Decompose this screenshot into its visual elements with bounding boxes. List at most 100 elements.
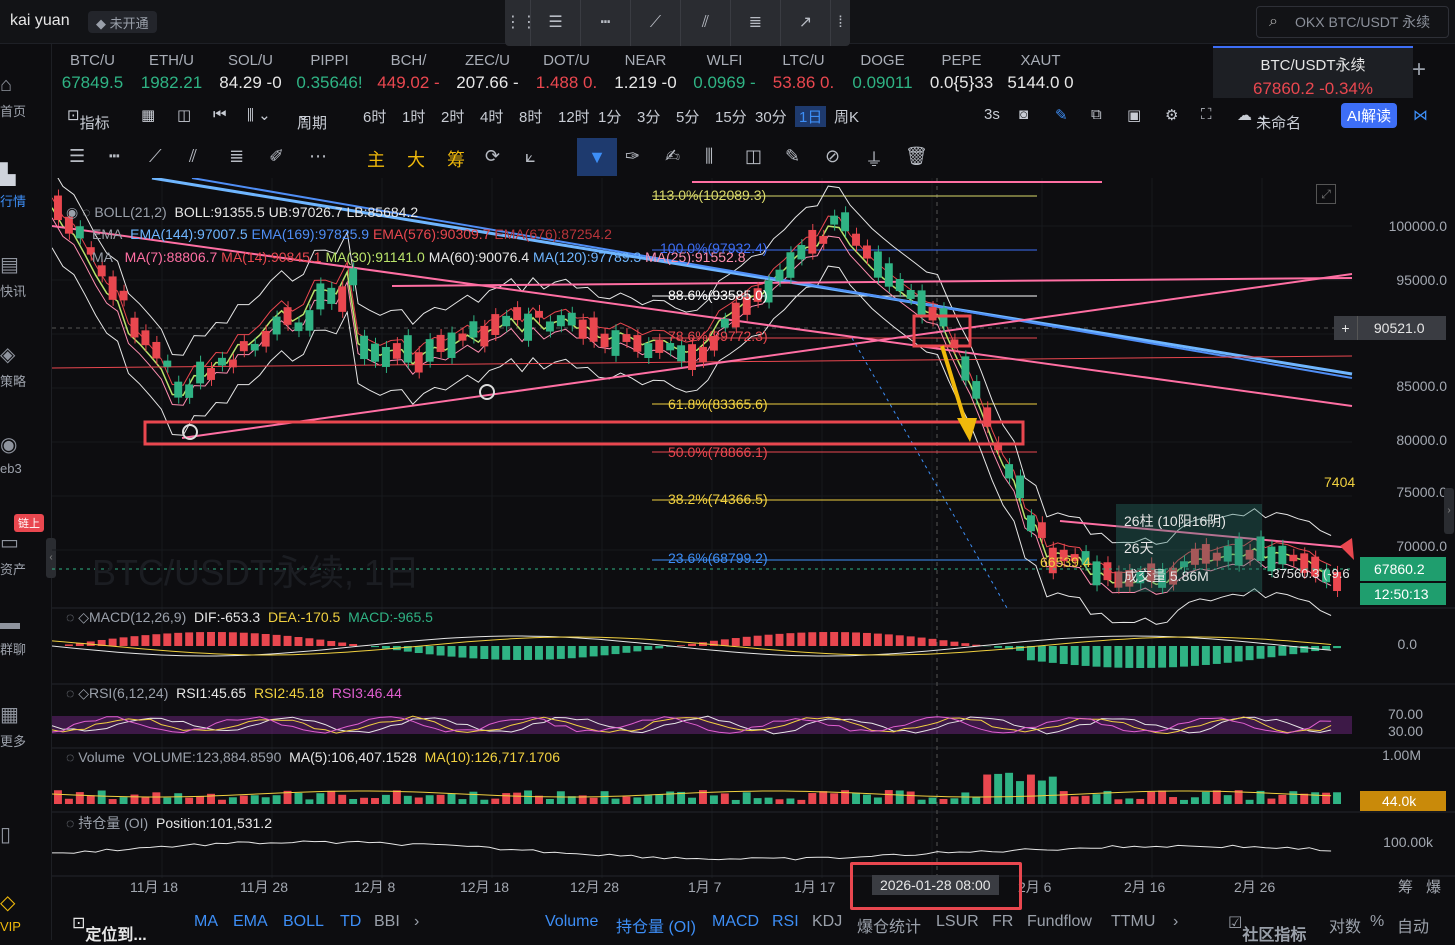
interval-8[interactable]: 5分 (676, 106, 699, 127)
magnet-icon[interactable]: ⊘ (825, 146, 840, 167)
highlighter-icon[interactable]: ✍ (665, 146, 680, 167)
parallel-lines-icon[interactable]: ⫽ (681, 0, 731, 46)
bookmark-icon[interactable]: ▼ (577, 138, 617, 176)
percent-scale-toggle[interactable]: % (1370, 913, 1384, 931)
main-chart-toggle[interactable]: 主 (367, 146, 385, 172)
ticker-12[interactable]: XAUT5144.0 0 (1003, 46, 1078, 98)
period-dropdown[interactable]: 周期 ⌄ (297, 106, 310, 124)
right-collapse-handle[interactable]: › (1444, 488, 1454, 534)
interval-5[interactable]: 12时 (558, 106, 590, 127)
layout-icon[interactable]: ◫ (177, 106, 191, 124)
horizontal-lines-icon[interactable]: ☰ (531, 0, 581, 46)
interval-3[interactable]: 4时 (480, 106, 503, 127)
nav-item-strategy[interactable]: ◈策略 (0, 342, 40, 390)
indicator-ttmu[interactable]: TTMU (1111, 913, 1155, 931)
indicator-liquidation[interactable]: 爆仓统计 (857, 913, 921, 937)
indicator-ema[interactable]: EMA (233, 913, 268, 931)
username[interactable]: kai yuan (10, 12, 70, 30)
big-order-toggle[interactable]: 大 (407, 146, 425, 172)
ray-line-icon[interactable]: ↗ (781, 0, 831, 46)
ticker-9[interactable]: LTC/U53.86 0. (766, 46, 841, 98)
auto-scale-toggle[interactable]: 自动 (1397, 913, 1429, 937)
indicator-bbi[interactable]: BBI (374, 913, 400, 931)
fib-retracement-icon[interactable]: ≣ (731, 0, 781, 46)
filter-icon[interactable]: ⏚ (865, 146, 883, 172)
indicator-ma[interactable]: MA (194, 913, 218, 931)
indicator-fr[interactable]: FR (992, 913, 1013, 931)
measure-icon[interactable]: ⟀ (525, 146, 536, 167)
indicator-td[interactable]: TD (340, 913, 361, 931)
ticker-5[interactable]: ZEC/U207.66 - (450, 46, 525, 98)
nav-item-news[interactable]: ▤快讯 (0, 252, 40, 300)
candle-tool-icon[interactable]: ⫼ (705, 146, 713, 167)
parallel-lines-icon[interactable]: ⫽ (189, 146, 197, 167)
interval-6[interactable]: 1分 (598, 106, 621, 127)
add-ticker-button[interactable]: + (1412, 56, 1426, 84)
log-scale-toggle[interactable]: 对数 (1329, 913, 1361, 937)
trend-line-icon[interactable]: ⟋ (631, 0, 681, 46)
camera-icon[interactable]: ◙ (1019, 106, 1028, 123)
chevron-right-icon[interactable]: › (414, 913, 419, 931)
trend-line-icon[interactable]: ⟋ (149, 146, 162, 167)
fib-icon[interactable]: ≣ (229, 146, 244, 167)
indicator-button[interactable]: ⊡ 指标 (67, 106, 80, 124)
ticker-10[interactable]: DOGE0.09011 (845, 46, 920, 98)
note-icon[interactable]: ✎ (785, 146, 800, 167)
copy-icon[interactable]: ⧉ (1091, 106, 1102, 123)
replay-icon[interactable]: ⏮ (213, 106, 227, 123)
more-tools-icon[interactable]: ⋯ (309, 146, 327, 167)
ticker-2[interactable]: SOL/U84.29 -0 (213, 46, 288, 98)
liquidation-corner-button[interactable]: 爆 (1426, 876, 1441, 897)
interval-0[interactable]: 6时 (363, 106, 386, 127)
brush-icon[interactable]: ✐ (269, 146, 284, 167)
nav-item-chat[interactable]: ▬群聊 (0, 612, 40, 658)
ticker-6[interactable]: DOT/U1.488 0. (529, 46, 604, 98)
alert-icon[interactable]: ▣ (1127, 106, 1141, 124)
chip-corner-button[interactable]: 筹 (1398, 876, 1413, 897)
interval-7[interactable]: 3分 (637, 106, 660, 127)
indicator-lsur[interactable]: LSUR (936, 913, 979, 931)
ticker-3[interactable]: PIPPI0.35646! (292, 46, 367, 98)
lock-icon[interactable]: ◫ (745, 146, 762, 167)
nav-item-web3[interactable]: ◉eb3 (0, 432, 40, 476)
ticker-1[interactable]: ETH/U1982.21 (134, 46, 209, 98)
community-indicator-button[interactable]: ☑ 社区指标 (1228, 913, 1242, 933)
interval-11[interactable]: 1日 (795, 106, 826, 127)
nav-item-more[interactable]: ▦更多 (0, 702, 40, 750)
chip-toggle[interactable]: 筹 (447, 146, 465, 172)
nav-item-assets[interactable]: ▭资产 (0, 530, 40, 578)
nav-item-doc[interactable]: ▯ (0, 822, 40, 851)
chart-type-icon[interactable]: ⫼ ⌄ (247, 106, 271, 124)
ticker-11[interactable]: PEPE0.0{5}33 (924, 46, 999, 98)
eraser-icon[interactable]: ✑ (625, 146, 640, 167)
indicator-rsi[interactable]: RSI (772, 913, 799, 931)
interval-1[interactable]: 1时 (402, 106, 425, 127)
add-alert-icon[interactable]: + (1334, 316, 1358, 340)
interval-4[interactable]: 8时 (519, 106, 542, 127)
menu-icon[interactable]: ☰ (69, 146, 85, 167)
ai-interpret-button[interactable]: AI解读 (1341, 103, 1397, 128)
nav-item-market[interactable]: ▙行情 (0, 162, 40, 210)
chart-area[interactable]: BTC/USDT永续, 1日 ◉ ◌ BOLL(21,2) BOLL:91355… (52, 178, 1455, 878)
refresh-rate[interactable]: 3s (984, 106, 1000, 123)
share-icon[interactable]: ⋈ (1413, 106, 1428, 124)
ticker-13[interactable]: BTC/USDT永续67860.2 -0.34% (1213, 46, 1413, 98)
collapse-icon[interactable]: ⁞ (831, 0, 850, 46)
nav-item-home[interactable]: ⌂首页 (0, 74, 40, 120)
ticker-0[interactable]: BTC/U67849.5 (55, 46, 130, 98)
ticker-7[interactable]: NEAR1.219 -0 (608, 46, 683, 98)
ticker-4[interactable]: BCH/449.02 - (371, 46, 446, 98)
nav-item-vip[interactable]: ◇VIP (0, 890, 40, 934)
settings-icon[interactable]: ⚙ (1165, 106, 1178, 124)
drag-handle-icon[interactable]: ⋮⋮ (505, 0, 531, 46)
indicator-kdj[interactable]: KDJ (812, 913, 842, 931)
goto-button[interactable]: ⊡ 定位到... (72, 913, 85, 933)
interval-2[interactable]: 2时 (441, 106, 464, 127)
ruler-icon[interactable]: ┅ (581, 0, 631, 46)
interval-9[interactable]: 15分 (715, 106, 747, 127)
pen-icon[interactable]: ✎ (1055, 106, 1068, 124)
fullscreen-icon[interactable]: ⛶ (1201, 106, 1212, 123)
search-input[interactable]: ⌕ OKX BTC/USDT 永续 (1256, 6, 1449, 38)
calendar-icon[interactable]: ▦ (141, 106, 155, 124)
indicator-boll[interactable]: BOLL (283, 913, 324, 931)
